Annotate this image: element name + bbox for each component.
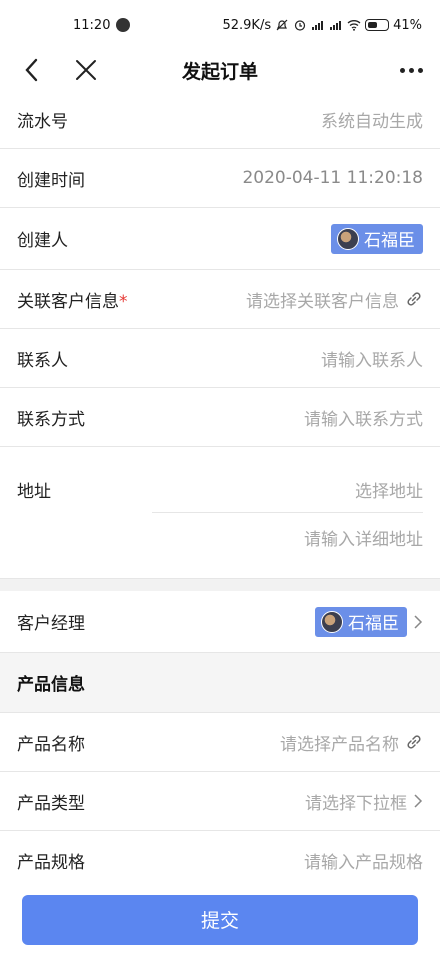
creator-value: 石福臣 [331, 223, 423, 254]
manager-label: 客户经理 [17, 614, 85, 634]
product-form: 产品名称 请选择产品名称 产品类型 请选择下拉框 产品规格 请输入产品规格 [0, 713, 440, 890]
status-time: 11:20 [73, 17, 111, 33]
link-icon [407, 735, 421, 749]
product-type-row[interactable]: 产品类型 请选择下拉框 [0, 772, 440, 831]
customer-select[interactable]: 请选择关联客户信息 [246, 287, 423, 312]
address-divider [152, 512, 423, 513]
app-notification-icon [116, 18, 131, 32]
contact-input[interactable]: 请输入联系人 [321, 346, 423, 371]
chevron-right-icon [414, 794, 423, 808]
signal-icon [330, 21, 342, 30]
address-label: 地址 [17, 482, 51, 502]
contact-method-input[interactable]: 请输入联系方式 [304, 405, 423, 430]
created-time-value: 2020-04-11 11:20:18 [242, 168, 423, 188]
serial-row: 流水号 系统自动生成 [0, 90, 440, 149]
manager-row[interactable]: 客户经理 石福臣 [0, 591, 440, 653]
customer-placeholder: 请选择关联客户信息 [246, 291, 399, 312]
serial-label: 流水号 [17, 111, 68, 132]
customer-row[interactable]: 关联客户信息* 请选择关联客户信息 [0, 270, 440, 329]
customer-label: 关联客户信息* [17, 291, 128, 312]
contact-method-row[interactable]: 联系方式 请输入联系方式 [0, 388, 440, 447]
contact-row[interactable]: 联系人 请输入联系人 [0, 329, 440, 388]
battery-level: 41% [393, 17, 422, 33]
battery-icon [365, 19, 390, 31]
creator-chip: 石福臣 [331, 223, 423, 254]
creator-name: 石福臣 [364, 231, 415, 251]
manager-value[interactable]: 石福臣 [315, 606, 423, 637]
created-time-label: 创建时间 [17, 170, 85, 191]
close-button[interactable] [71, 55, 101, 85]
back-button[interactable] [17, 55, 47, 85]
product-type-placeholder: 请选择下拉框 [305, 793, 407, 814]
link-icon [407, 292, 421, 306]
product-spec-row[interactable]: 产品规格 请输入产品规格 [0, 831, 440, 890]
section-divider [0, 579, 440, 591]
more-icon [400, 67, 405, 73]
back-arrow-icon [25, 58, 38, 82]
product-name-row[interactable]: 产品名称 请选择产品名称 [0, 713, 440, 772]
form: 流水号 系统自动生成 创建时间 2020-04-11 11:20:18 创建人 … [0, 90, 440, 653]
manager-chip: 石福臣 [315, 606, 407, 637]
required-mark: * [119, 291, 128, 312]
product-section-header: 产品信息 [0, 653, 440, 713]
status-right-group: 52.9K/s 41% [222, 18, 422, 33]
avatar [337, 227, 359, 250]
serial-value: 系统自动生成 [321, 111, 423, 132]
more-button[interactable] [389, 55, 423, 85]
address-detail-input[interactable]: 请输入详细地址 [304, 525, 423, 550]
product-spec-label: 产品规格 [17, 852, 85, 873]
status-bar: 11:20 52.9K/s 41% [0, 0, 440, 50]
contact-label: 联系人 [17, 350, 68, 371]
product-name-select[interactable]: 请选择产品名称 [280, 730, 423, 755]
contact-method-label: 联系方式 [17, 409, 85, 430]
avatar [321, 610, 343, 633]
created-time-row: 创建时间 2020-04-11 11:20:18 [0, 149, 440, 208]
page-title: 发起订单 [181, 60, 258, 83]
chevron-right-icon [414, 614, 423, 629]
submit-button[interactable]: 提交 [22, 894, 418, 945]
product-type-label: 产品类型 [17, 793, 85, 814]
status-time-group: 11:20 [73, 17, 131, 33]
product-name-label: 产品名称 [17, 734, 85, 755]
wifi-icon [347, 20, 361, 31]
product-type-dropdown[interactable]: 请选择下拉框 [305, 789, 423, 814]
address-select[interactable]: 选择地址 [355, 477, 423, 502]
close-icon [76, 60, 96, 80]
mute-icon [276, 19, 288, 31]
creator-row: 创建人 石福臣 [0, 208, 440, 270]
creator-label: 创建人 [17, 231, 68, 251]
nav-bar: 发起订单 [0, 50, 440, 90]
address-row: 地址 选择地址 请输入详细地址 [0, 447, 440, 579]
product-name-placeholder: 请选择产品名称 [280, 734, 399, 755]
alarm-icon [294, 20, 306, 31]
manager-name: 石福臣 [348, 614, 399, 634]
product-spec-input[interactable]: 请输入产品规格 [304, 848, 423, 873]
hd-signal-icon [312, 21, 324, 30]
network-speed: 52.9K/s [222, 17, 272, 33]
submit-bar: 提交 [0, 886, 440, 953]
